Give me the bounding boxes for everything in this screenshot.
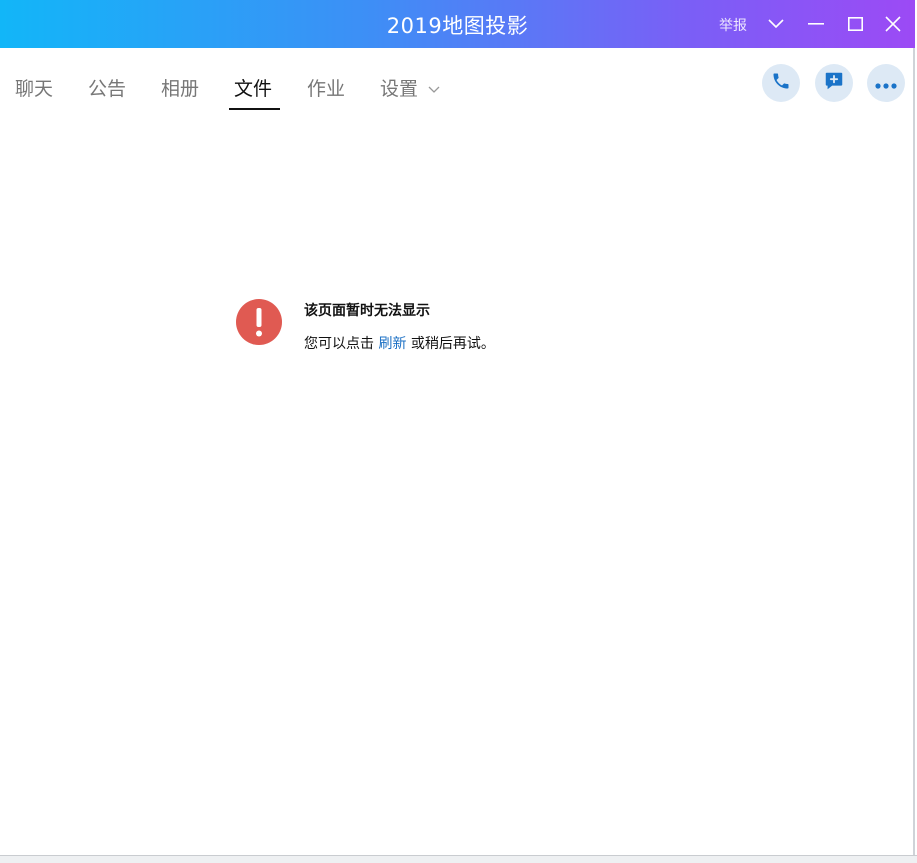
call-button[interactable] [762,64,800,102]
new-message-button[interactable] [815,64,853,102]
dropdown-chevron-icon[interactable] [764,12,788,36]
refresh-link[interactable]: 刷新 [378,336,406,352]
tab-settings[interactable]: 设置 [380,74,418,101]
tab-album[interactable]: 相册 [161,74,199,101]
bottom-toolbar-partial [0,855,917,863]
tab-announcement[interactable]: 公告 [88,74,126,101]
active-tab-indicator [229,108,280,110]
tab-files[interactable]: 文件 [234,74,272,101]
maximize-icon[interactable] [843,12,867,36]
more-button[interactable] [867,64,905,102]
message-plus-icon [823,70,845,96]
error-title: 该页面暂时无法显示 [304,303,430,319]
settings-chevron-down-icon[interactable] [428,79,440,98]
error-exclamation-icon [236,299,282,345]
error-message-suffix: 或稍后再试。 [410,336,495,352]
error-message: 您可以点击 刷新 或稍后再试。 [304,333,495,353]
minimize-icon[interactable] [804,12,828,36]
more-dots-icon [875,74,897,93]
title-bar: 2019地图投影 举报 [0,0,915,48]
tab-chat[interactable]: 聊天 [15,74,53,101]
close-icon[interactable] [881,12,905,36]
tab-homework[interactable]: 作业 [307,74,345,101]
report-link[interactable]: 举报 [719,15,747,35]
app-window: 2019地图投影 举报 聊天 公告 相册 文件 作业 设置 该页面暂时无法显示 … [0,0,915,855]
phone-icon [771,71,791,95]
error-message-prefix: 您可以点击 [304,336,374,352]
